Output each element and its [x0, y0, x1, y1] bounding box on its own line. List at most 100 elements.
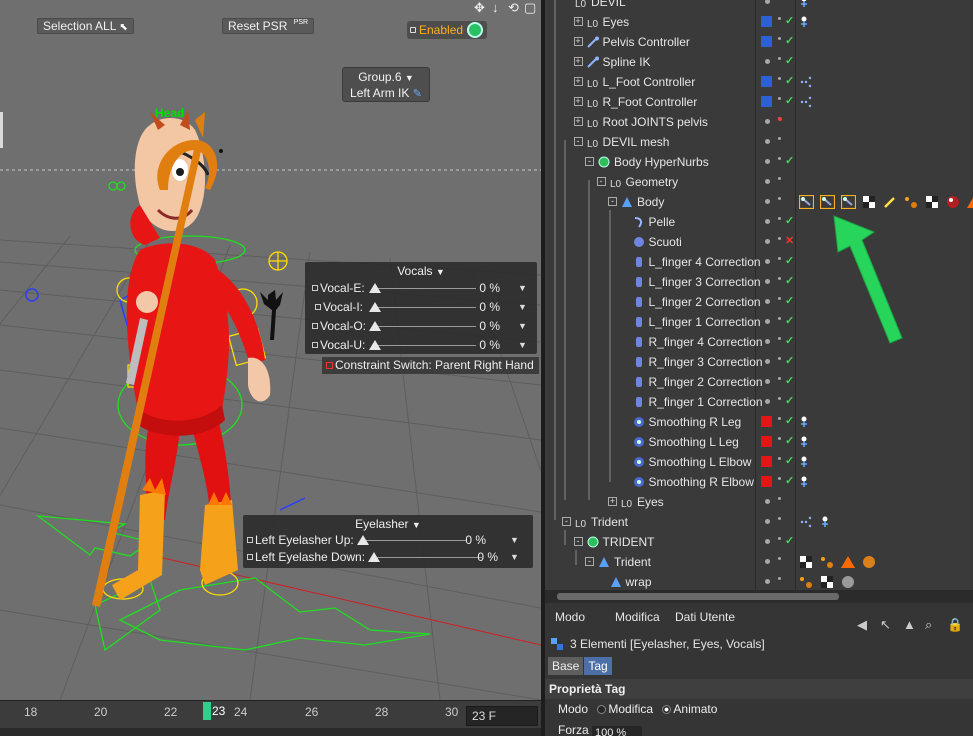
visibility-dot[interactable]	[765, 519, 770, 524]
render-dot[interactable]	[778, 157, 781, 160]
enabled-check-icon[interactable]: ✓	[785, 274, 794, 287]
enabled-check-icon[interactable]: ✓	[785, 394, 794, 407]
object-name[interactable]: Pelle	[649, 212, 676, 232]
checker-tag-icon[interactable]	[820, 575, 835, 589]
maximize-view-icon[interactable]: ▢	[524, 0, 536, 16]
render-dot[interactable]	[778, 337, 781, 340]
checker-tag-icon[interactable]	[925, 195, 940, 209]
eyelasher-value[interactable]: 0 %	[452, 532, 486, 549]
object-name[interactable]: L_Foot Controller	[603, 72, 696, 92]
checker-tag-icon[interactable]	[862, 195, 877, 209]
object-name[interactable]: L_finger 3 Correction	[649, 272, 761, 292]
eyelasher-row[interactable]: Left Eyelasher Up: 0 % ▼	[244, 532, 532, 549]
object-manager-scrollbar[interactable]	[545, 590, 973, 603]
object-name[interactable]: R_finger 4 Correction	[649, 332, 763, 352]
chevron-down-icon[interactable]: ▼	[510, 532, 519, 549]
object-name[interactable]: L_finger 1 Correction	[649, 312, 761, 332]
object-name[interactable]: Eyes	[603, 12, 630, 32]
object-name[interactable]: Root JOINTS pelvis	[603, 112, 708, 132]
vocal-slider-thumb[interactable]	[369, 302, 381, 312]
render-dot[interactable]	[778, 177, 781, 180]
tree-row[interactable]: + L0 Root JOINTS pelvis	[545, 112, 973, 132]
radio-animato-label[interactable]: Animato	[673, 702, 717, 716]
enabled-check-icon[interactable]: ✓	[785, 54, 794, 67]
visibility-dot[interactable]	[765, 159, 770, 164]
layer-color-swatch[interactable]	[761, 16, 772, 27]
render-dot[interactable]	[778, 477, 781, 480]
chevron-down-icon[interactable]: ▼	[412, 520, 421, 530]
object-name[interactable]: DEVIL	[591, 0, 626, 12]
render-dot[interactable]	[778, 277, 781, 280]
vocal-slider-thumb[interactable]	[369, 283, 381, 293]
render-dot[interactable]	[778, 577, 781, 580]
ik-tag-icon[interactable]	[820, 515, 835, 529]
keyframe-checkbox[interactable]	[247, 554, 253, 560]
checker-tag-icon[interactable]	[799, 555, 814, 569]
visibility-dot[interactable]	[765, 239, 770, 244]
object-name[interactable]: Body HyperNurbs	[614, 152, 709, 172]
collapse-icon[interactable]: -	[585, 557, 594, 566]
visibility-dot[interactable]	[765, 559, 770, 564]
collapse-icon[interactable]: -	[573, 137, 583, 146]
render-dot[interactable]	[778, 537, 781, 540]
vocal-slider-track[interactable]	[374, 345, 476, 346]
render-dot[interactable]	[778, 217, 781, 220]
rig-controls[interactable]	[35, 181, 431, 652]
vocal-slider-thumb[interactable]	[369, 321, 381, 331]
object-name[interactable]: Eyes	[637, 492, 664, 512]
object-name[interactable]: Spline IK	[603, 52, 651, 72]
move-view-icon[interactable]: ✥	[474, 0, 485, 16]
menu-edit[interactable]: Modifica	[615, 603, 660, 631]
enabled-check-icon[interactable]: ✓	[785, 534, 794, 547]
object-name[interactable]: R_finger 2 Correction	[649, 372, 763, 392]
visibility-dot[interactable]	[765, 399, 770, 404]
tree-row[interactable]: - TRIDENT	[545, 532, 973, 552]
render-dot[interactable]	[778, 37, 781, 40]
render-dot[interactable]	[778, 77, 781, 80]
render-dot[interactable]	[778, 237, 781, 240]
visibility-dot[interactable]	[765, 259, 770, 264]
render-dot[interactable]	[778, 397, 781, 400]
render-dot[interactable]	[778, 137, 781, 140]
weight-tag-icon[interactable]	[820, 195, 835, 209]
object-name[interactable]: R_Foot Controller	[603, 92, 698, 112]
scroll-thumb[interactable]	[557, 593, 839, 600]
keyframe-checkbox[interactable]	[312, 323, 318, 329]
layer-color-swatch[interactable]	[761, 456, 772, 467]
disabled-x-icon[interactable]: ✕	[785, 234, 794, 247]
collapse-icon[interactable]: -	[596, 177, 606, 186]
render-dot[interactable]	[778, 17, 781, 20]
menu-mode[interactable]: Modo	[555, 603, 585, 631]
visibility-dot[interactable]	[765, 299, 770, 304]
expand-icon[interactable]: +	[573, 57, 583, 66]
frame-field[interactable]: 23 F	[466, 706, 538, 726]
vocal-value[interactable]: 0 %	[466, 336, 500, 355]
forza-field[interactable]: 100 %	[592, 726, 642, 736]
radio-modifica-label[interactable]: Modifica	[608, 702, 653, 716]
render-dot[interactable]	[778, 297, 781, 300]
enabled-check-icon[interactable]: ✓	[785, 214, 794, 227]
3d-viewport[interactable]: ✥ ↓ ⟲ ▢ Selection ALL ⬉ Reset PSR PSR Ena…	[0, 0, 541, 700]
visibility-dot[interactable]	[765, 199, 770, 204]
collapse-icon[interactable]: -	[573, 537, 583, 546]
ik-tag-icon[interactable]	[799, 455, 814, 469]
dots-tag-icon[interactable]	[799, 95, 814, 109]
expand-icon[interactable]: +	[573, 97, 583, 106]
visibility-dot[interactable]	[765, 539, 770, 544]
enabled-check-icon[interactable]: ✓	[785, 314, 794, 327]
render-dot[interactable]	[778, 97, 781, 100]
ball-tag-icon[interactable]	[862, 555, 877, 569]
vocal-row[interactable]: Vocal-O: 0 % ▼	[306, 317, 536, 336]
enabled-checkbox[interactable]	[410, 27, 416, 33]
eyelasher-slider-thumb[interactable]	[357, 535, 369, 545]
enabled-check-icon[interactable]: ✓	[785, 154, 794, 167]
radio-modifica[interactable]	[597, 705, 607, 714]
expand-icon[interactable]: +	[573, 17, 583, 26]
tree-row[interactable]: R_finger 2 Correction	[545, 372, 973, 392]
visibility-dot[interactable]	[765, 339, 770, 344]
visibility-dot[interactable]	[765, 359, 770, 364]
keyframe-checkbox[interactable]	[326, 362, 333, 369]
tree-row[interactable]: R_finger 1 Correction	[545, 392, 973, 412]
collapse-icon[interactable]: -	[608, 197, 617, 206]
orange-tag-icon[interactable]	[799, 575, 814, 589]
